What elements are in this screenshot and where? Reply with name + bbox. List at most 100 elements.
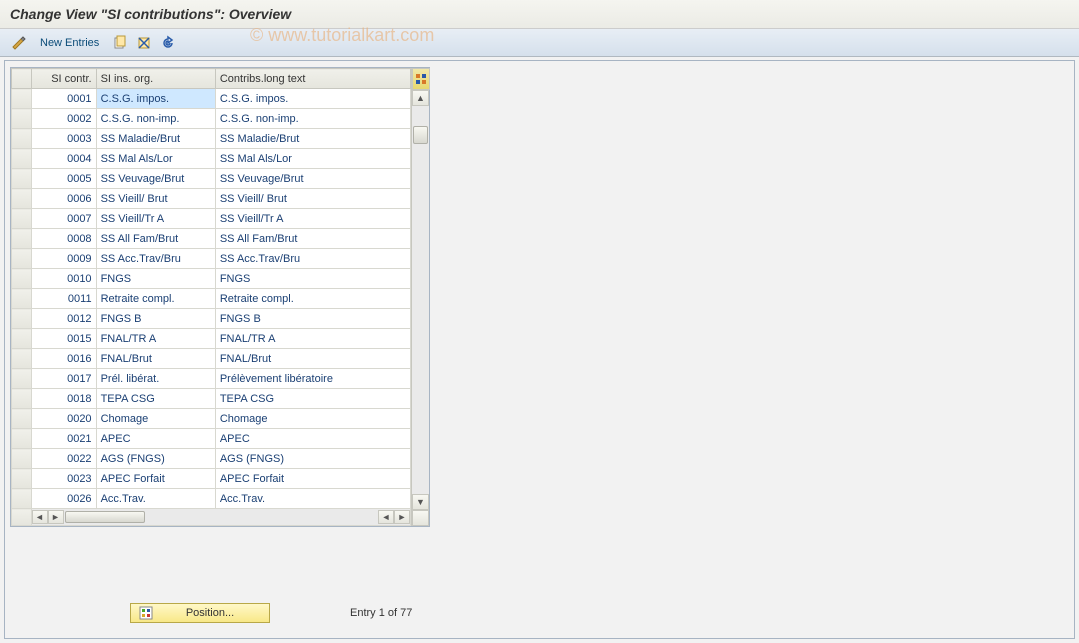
- cell-si-contr[interactable]: 0009: [31, 249, 96, 269]
- row-selector[interactable]: [12, 89, 32, 109]
- table-row[interactable]: 0023APEC ForfaitAPEC Forfait: [12, 469, 411, 489]
- col-contribs-long[interactable]: Contribs.long text: [215, 69, 410, 89]
- cell-contribs-long[interactable]: FNAL/TR A: [215, 329, 410, 349]
- cell-si-contr[interactable]: 0018: [31, 389, 96, 409]
- table-row[interactable]: 0026Acc.Trav.Acc.Trav.: [12, 489, 411, 509]
- row-selector[interactable]: [12, 269, 32, 289]
- vscroll-end-icon[interactable]: [412, 510, 429, 526]
- cell-si-contr[interactable]: 0022: [31, 449, 96, 469]
- table-row[interactable]: 0001C.S.G. impos.C.S.G. impos.: [12, 89, 411, 109]
- new-entries-button[interactable]: New Entries: [34, 35, 105, 51]
- row-selector[interactable]: [12, 149, 32, 169]
- cell-si-ins-org[interactable]: APEC Forfait: [96, 469, 215, 489]
- row-selector[interactable]: [12, 409, 32, 429]
- table-row[interactable]: 0021APECAPEC: [12, 429, 411, 449]
- hscroll-right-step-icon[interactable]: ►: [48, 510, 64, 524]
- cell-si-ins-org[interactable]: SS Maladie/Brut: [96, 129, 215, 149]
- cell-si-ins-org[interactable]: SS Mal Als/Lor: [96, 149, 215, 169]
- cell-si-contr[interactable]: 0017: [31, 369, 96, 389]
- hscroll-right-icon[interactable]: ►: [394, 510, 410, 524]
- cell-si-ins-org[interactable]: FNGS: [96, 269, 215, 289]
- cell-si-contr[interactable]: 0021: [31, 429, 96, 449]
- cell-contribs-long[interactable]: Chomage: [215, 409, 410, 429]
- row-selector[interactable]: [12, 109, 32, 129]
- cell-contribs-long[interactable]: SS Vieill/Tr A: [215, 209, 410, 229]
- table-row[interactable]: 0010FNGSFNGS: [12, 269, 411, 289]
- table-row[interactable]: 0007SS Vieill/Tr ASS Vieill/Tr A: [12, 209, 411, 229]
- cell-si-ins-org[interactable]: SS All Fam/Brut: [96, 229, 215, 249]
- cell-si-ins-org[interactable]: Prél. libérat.: [96, 369, 215, 389]
- row-selector[interactable]: [12, 129, 32, 149]
- cell-si-contr[interactable]: 0007: [31, 209, 96, 229]
- row-selector[interactable]: [12, 369, 32, 389]
- cell-contribs-long[interactable]: SS All Fam/Brut: [215, 229, 410, 249]
- vscroll-down-icon[interactable]: ▼: [412, 494, 429, 510]
- cell-contribs-long[interactable]: TEPA CSG: [215, 389, 410, 409]
- cell-si-contr[interactable]: 0012: [31, 309, 96, 329]
- table-row[interactable]: 0022AGS (FNGS)AGS (FNGS): [12, 449, 411, 469]
- cell-si-contr[interactable]: 0003: [31, 129, 96, 149]
- table-row[interactable]: 0004SS Mal Als/LorSS Mal Als/Lor: [12, 149, 411, 169]
- cell-si-ins-org[interactable]: APEC: [96, 429, 215, 449]
- row-selector[interactable]: [12, 209, 32, 229]
- col-si-contr[interactable]: SI contr.: [31, 69, 96, 89]
- cell-si-ins-org[interactable]: SS Vieill/Tr A: [96, 209, 215, 229]
- row-selector[interactable]: [12, 189, 32, 209]
- row-selector[interactable]: [12, 489, 32, 509]
- vscroll-thumb[interactable]: [413, 126, 428, 144]
- cell-si-ins-org[interactable]: Chomage: [96, 409, 215, 429]
- cell-contribs-long[interactable]: SS Vieill/ Brut: [215, 189, 410, 209]
- table-row[interactable]: 0020ChomageChomage: [12, 409, 411, 429]
- table-row[interactable]: 0012FNGS BFNGS B: [12, 309, 411, 329]
- cell-contribs-long[interactable]: FNGS: [215, 269, 410, 289]
- table-row[interactable]: 0008SS All Fam/BrutSS All Fam/Brut: [12, 229, 411, 249]
- cell-contribs-long[interactable]: FNAL/Brut: [215, 349, 410, 369]
- cell-si-contr[interactable]: 0020: [31, 409, 96, 429]
- cell-si-ins-org[interactable]: Acc.Trav.: [96, 489, 215, 509]
- cell-si-ins-org[interactable]: SS Vieill/ Brut: [96, 189, 215, 209]
- delete-icon[interactable]: [135, 34, 153, 52]
- cell-contribs-long[interactable]: AGS (FNGS): [215, 449, 410, 469]
- table-row[interactable]: 0006SS Vieill/ BrutSS Vieill/ Brut: [12, 189, 411, 209]
- cell-contribs-long[interactable]: SS Maladie/Brut: [215, 129, 410, 149]
- copy-icon[interactable]: [111, 34, 129, 52]
- vertical-scrollbar[interactable]: ▲ ▼: [411, 68, 429, 526]
- col-si-ins-org[interactable]: SI ins. org.: [96, 69, 215, 89]
- table-row[interactable]: 0003SS Maladie/BrutSS Maladie/Brut: [12, 129, 411, 149]
- cell-si-contr[interactable]: 0001: [31, 89, 96, 109]
- cell-si-contr[interactable]: 0008: [31, 229, 96, 249]
- cell-contribs-long[interactable]: APEC Forfait: [215, 469, 410, 489]
- cell-si-ins-org[interactable]: TEPA CSG: [96, 389, 215, 409]
- cell-si-ins-org[interactable]: SS Acc.Trav/Bru: [96, 249, 215, 269]
- cell-si-contr[interactable]: 0004: [31, 149, 96, 169]
- cell-contribs-long[interactable]: C.S.G. impos.: [215, 89, 410, 109]
- horizontal-scrollbar[interactable]: ◄ ► ◄ ►: [32, 509, 410, 525]
- row-selector[interactable]: [12, 309, 32, 329]
- cell-contribs-long[interactable]: C.S.G. non-imp.: [215, 109, 410, 129]
- undo-icon[interactable]: [159, 34, 177, 52]
- cell-si-ins-org[interactable]: C.S.G. non-imp.: [96, 109, 215, 129]
- cell-contribs-long[interactable]: Retraite compl.: [215, 289, 410, 309]
- row-selector[interactable]: [12, 169, 32, 189]
- table-row[interactable]: 0016FNAL/BrutFNAL/Brut: [12, 349, 411, 369]
- row-selector[interactable]: [12, 389, 32, 409]
- cell-si-contr[interactable]: 0011: [31, 289, 96, 309]
- row-selector[interactable]: [12, 329, 32, 349]
- cell-si-contr[interactable]: 0002: [31, 109, 96, 129]
- cell-si-contr[interactable]: 0026: [31, 489, 96, 509]
- hscroll-thumb[interactable]: [65, 511, 145, 523]
- toggle-edit-icon[interactable]: [10, 34, 28, 52]
- table-row[interactable]: 0017Prél. libérat.Prélèvement libératoir…: [12, 369, 411, 389]
- hscroll-left-icon[interactable]: ◄: [32, 510, 48, 524]
- table-row[interactable]: 0005SS Veuvage/BrutSS Veuvage/Brut: [12, 169, 411, 189]
- cell-si-contr[interactable]: 0016: [31, 349, 96, 369]
- cell-contribs-long[interactable]: APEC: [215, 429, 410, 449]
- cell-si-ins-org[interactable]: FNAL/TR A: [96, 329, 215, 349]
- cell-contribs-long[interactable]: FNGS B: [215, 309, 410, 329]
- cell-si-contr[interactable]: 0010: [31, 269, 96, 289]
- table-config-icon[interactable]: [412, 68, 430, 90]
- table-row[interactable]: 0015FNAL/TR AFNAL/TR A: [12, 329, 411, 349]
- vscroll-track[interactable]: [412, 106, 429, 494]
- cell-si-ins-org[interactable]: C.S.G. impos.: [96, 89, 215, 109]
- table-row[interactable]: 0018TEPA CSGTEPA CSG: [12, 389, 411, 409]
